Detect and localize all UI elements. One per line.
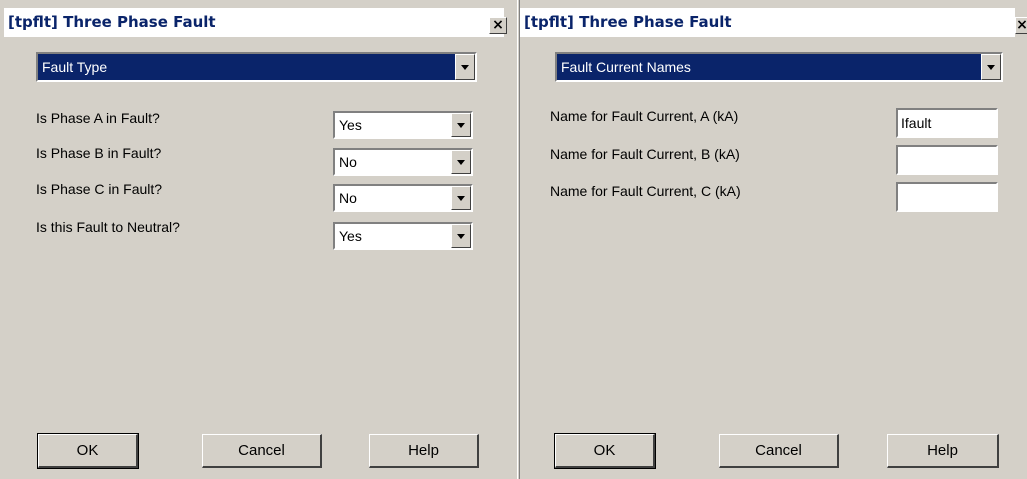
chevron-down-icon[interactable] (451, 150, 471, 174)
fault-current-dialog: [tpflt] Three Phase Fault × Fault Curren… (520, 0, 1027, 479)
page-select-value: Fault Current Names (561, 59, 691, 75)
title-band: [tpflt] Three Phase Fault (4, 8, 504, 37)
phase-b-value: No (339, 154, 357, 170)
close-icon: × (1016, 17, 1027, 33)
dialog-title: [tpflt] Three Phase Fault (524, 13, 732, 31)
page-select[interactable]: Fault Current Names (555, 52, 1003, 82)
phase-a-value: Yes (339, 117, 362, 133)
fault-current-b-input[interactable] (896, 145, 998, 175)
title-band: [tpflt] Three Phase Fault (520, 8, 1015, 37)
chevron-down-icon[interactable] (455, 54, 475, 80)
fault-current-b-label: Name for Fault Current, B (kA) (550, 146, 740, 162)
fault-current-c-label: Name for Fault Current, C (kA) (550, 183, 741, 199)
fault-type-dialog: [tpflt] Three Phase Fault × Fault Type I… (0, 0, 517, 479)
help-button[interactable]: Help (887, 434, 999, 468)
neutral-select[interactable]: Yes (333, 222, 473, 250)
phase-a-label: Is Phase A in Fault? (36, 110, 160, 126)
phase-c-label: Is Phase C in Fault? (36, 181, 163, 197)
cancel-button[interactable]: Cancel (719, 434, 839, 468)
close-icon: × (492, 17, 504, 33)
close-button[interactable]: × (1015, 17, 1027, 34)
fault-current-a-label: Name for Fault Current, A (kA) (550, 108, 739, 124)
phase-b-label: Is Phase B in Fault? (36, 145, 162, 161)
neutral-value: Yes (339, 228, 362, 244)
phase-b-select[interactable]: No (333, 148, 473, 176)
ok-button[interactable]: OK (37, 433, 139, 469)
ok-button[interactable]: OK (554, 433, 656, 469)
neutral-label: Is this Fault to Neutral? (36, 219, 180, 235)
fault-current-c-input[interactable] (896, 182, 998, 212)
cancel-button[interactable]: Cancel (202, 434, 322, 468)
phase-a-select[interactable]: Yes (333, 111, 473, 139)
fault-current-a-input[interactable] (896, 108, 998, 138)
title-bar: [tpflt] Three Phase Fault × (520, 0, 1027, 37)
phase-c-value: No (339, 190, 357, 206)
page-select[interactable]: Fault Type (36, 52, 477, 82)
chevron-down-icon[interactable] (451, 113, 471, 137)
chevron-down-icon[interactable] (981, 54, 1001, 80)
dialog-title: [tpflt] Three Phase Fault (8, 13, 216, 31)
close-button[interactable]: × (489, 17, 507, 34)
page-select-value: Fault Type (42, 59, 108, 75)
chevron-down-icon[interactable] (451, 186, 471, 210)
help-button[interactable]: Help (369, 434, 479, 468)
phase-c-select[interactable]: No (333, 184, 473, 212)
chevron-down-icon[interactable] (451, 224, 471, 248)
title-bar: [tpflt] Three Phase Fault × (0, 0, 517, 37)
